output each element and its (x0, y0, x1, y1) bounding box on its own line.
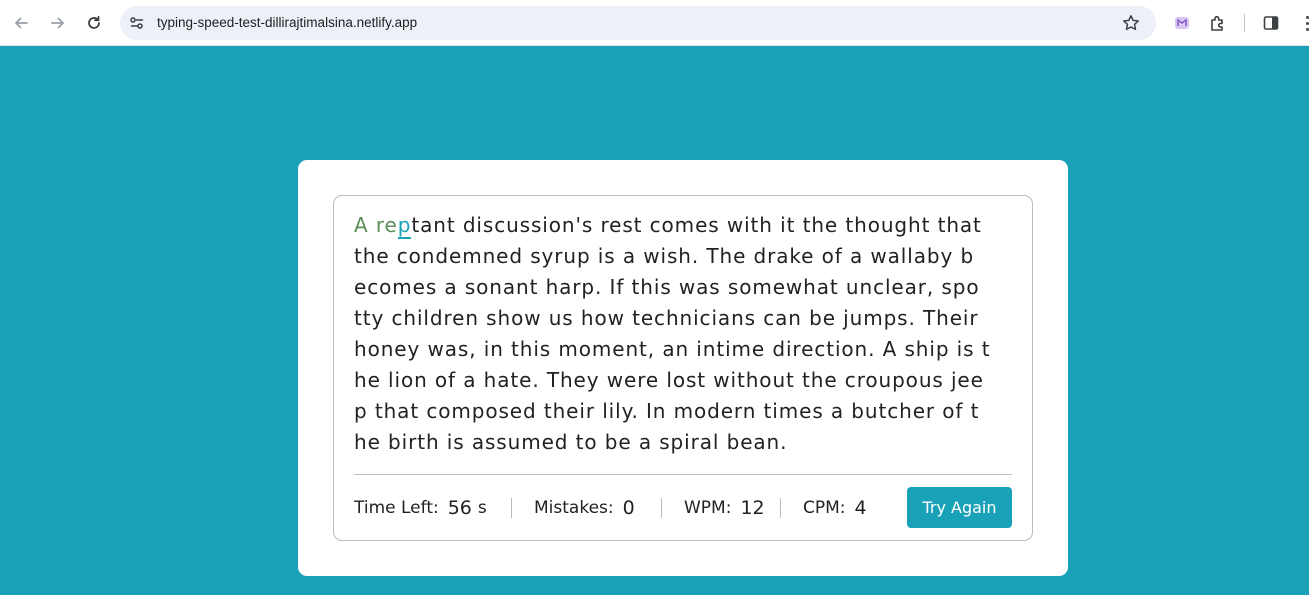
typing-passage: A reptant discussion's rest comes with i… (354, 210, 1014, 458)
stats-divider (354, 474, 1012, 475)
passage-line: p that composed their lily. In modern ti… (354, 399, 980, 423)
stat-separator (780, 498, 781, 518)
toolbar-separator (1244, 14, 1245, 32)
site-settings-icon[interactable] (129, 15, 145, 31)
stat-separator (661, 498, 662, 518)
passage-line: A reptant discussion's rest comes with i… (354, 210, 1014, 241)
stat-separator (511, 498, 512, 518)
time-left-label: Time Left: (354, 498, 439, 518)
passage-line: tty children show us how technicians can… (354, 306, 979, 330)
bookmark-star-icon[interactable] (1122, 14, 1140, 32)
passage-line: he lion of a hate. They were lost withou… (354, 368, 984, 392)
typing-test-card: A reptant discussion's rest comes with i… (298, 160, 1068, 576)
puzzle-extensions-icon[interactable] (1206, 11, 1230, 35)
time-left-stat: Time Left: 56 s (354, 493, 487, 523)
try-again-button[interactable]: Try Again (907, 487, 1012, 528)
passage-line: he birth is assumed to be a spiral bean. (354, 430, 788, 454)
address-bar-url[interactable]: typing-speed-test-dillirajtimalsina.netl… (157, 15, 417, 30)
forward-arrow-icon[interactable] (45, 10, 71, 36)
typed-correct-text: A re (354, 213, 398, 237)
side-panel-icon[interactable] (1259, 11, 1283, 35)
mistakes-stat: Mistakes: 0 (534, 493, 635, 523)
mistakes-value: 0 (622, 497, 635, 519)
mistakes-label: Mistakes: (534, 498, 614, 518)
wpm-stat: WPM: 12 (684, 493, 765, 523)
browser-toolbar: typing-speed-test-dillirajtimalsina.netl… (0, 0, 1309, 46)
current-character: p (397, 213, 412, 239)
remaining-text: tant discussion's rest comes with it the… (411, 213, 982, 237)
typing-area[interactable]: A reptant discussion's rest comes with i… (333, 195, 1033, 541)
passage-line: the condemned syrup is a wish. The drake… (354, 244, 975, 268)
wpm-value: 12 (740, 497, 765, 519)
passage-line: honey was, in this moment, an intime dir… (354, 337, 991, 361)
time-left-unit: s (477, 498, 487, 518)
back-arrow-icon[interactable] (8, 10, 34, 36)
address-bar[interactable]: typing-speed-test-dillirajtimalsina.netl… (120, 6, 1156, 40)
extension-icon[interactable] (1170, 11, 1194, 35)
time-left-value: 56 (447, 497, 472, 519)
wpm-label: WPM: (684, 498, 732, 518)
passage-line: ecomes a sonant harp. If this was somewh… (354, 275, 980, 299)
cpm-value: 4 (854, 497, 867, 519)
cpm-stat: CPM: 4 (803, 493, 867, 523)
cpm-label: CPM: (803, 498, 846, 518)
reload-icon[interactable] (81, 10, 107, 36)
